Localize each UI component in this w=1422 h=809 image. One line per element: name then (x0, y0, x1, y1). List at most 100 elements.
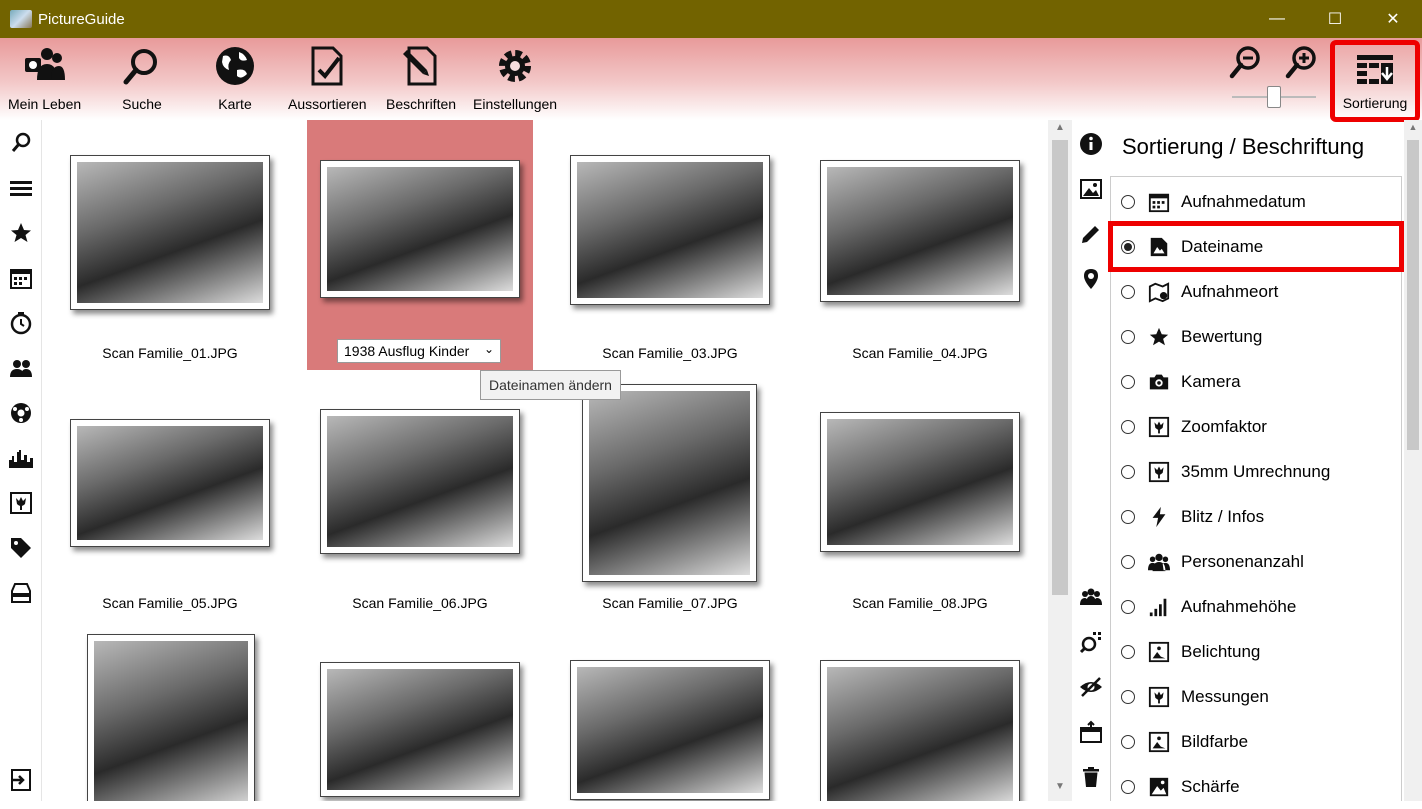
photo-thumbnail[interactable] (820, 160, 1020, 302)
grid-scrollbar-thumb[interactable] (1052, 140, 1068, 595)
group-icon[interactable] (1077, 583, 1105, 611)
photo-thumbnail[interactable] (320, 409, 520, 554)
zoom-frame-icon[interactable] (8, 490, 34, 516)
sortierung-button[interactable]: Sortierung (1330, 40, 1420, 122)
photo-thumbnail[interactable] (570, 660, 770, 800)
radio-button[interactable] (1121, 329, 1135, 344)
photo-cell-09[interactable] (57, 632, 283, 801)
sort-option-aufnahmedatum[interactable]: Aufnahmedatum (1111, 179, 1401, 224)
filename-rename-combobox[interactable]: 1938 Ausflug Kinder ⌄ (337, 339, 501, 363)
sort-option-zoomfaktor[interactable]: Zoomfaktor (1111, 404, 1401, 449)
trash-icon[interactable] (1077, 763, 1105, 791)
skyline-icon[interactable] (8, 445, 34, 471)
photo-cell-12[interactable] (807, 632, 1033, 801)
photo-thumbnail[interactable] (87, 634, 255, 801)
ball-icon[interactable] (8, 400, 34, 426)
grid-scrollbar[interactable]: ▲ ▼ (1048, 120, 1072, 801)
sort-option-label: Aufnahmedatum (1181, 191, 1306, 211)
star-icon[interactable] (8, 220, 34, 246)
mein-leben-button[interactable]: Mein Leben (8, 44, 81, 112)
photo-thumbnail[interactable] (70, 155, 270, 310)
sort-panel-scrollbar[interactable]: ▲ (1404, 120, 1422, 801)
app-icon (10, 10, 32, 28)
aussortieren-button[interactable]: Aussortieren (288, 44, 367, 112)
radio-button[interactable] (1121, 644, 1135, 659)
photo-thumbnail[interactable] (570, 155, 770, 305)
karte-button[interactable]: Karte (213, 44, 257, 112)
similar-search-icon[interactable] (1077, 628, 1105, 656)
photo-thumbnail[interactable] (320, 160, 520, 298)
radio-button[interactable] (1121, 464, 1135, 479)
sort-option-personenanzahl[interactable]: Personenanzahl (1111, 539, 1401, 584)
pencil-icon[interactable] (1077, 220, 1105, 248)
zoom-in-icon[interactable] (1284, 44, 1320, 80)
radio-button[interactable] (1121, 194, 1135, 209)
sort-option-belichtung[interactable]: Belichtung (1111, 629, 1401, 674)
zoom-out-icon[interactable] (1228, 44, 1264, 80)
chevron-down-icon[interactable]: ⌄ (484, 342, 494, 356)
sort-option-blitz-infos[interactable]: Blitz / Infos (1111, 494, 1401, 539)
tag-icon[interactable] (8, 535, 34, 561)
radio-button[interactable] (1121, 599, 1135, 614)
zoom-slider-thumb[interactable] (1267, 86, 1281, 108)
sort-option-aufnahmehoehe[interactable]: Aufnahmehöhe (1111, 584, 1401, 629)
sort-option-aufnahmeort[interactable]: Aufnahmeort (1111, 269, 1401, 314)
photo-thumbnail[interactable] (70, 419, 270, 547)
radio-button[interactable] (1121, 554, 1135, 569)
scroll-up-icon[interactable]: ▲ (1048, 122, 1072, 140)
list-icon[interactable] (8, 175, 34, 201)
radio-button[interactable] (1121, 509, 1135, 524)
people-icon[interactable] (8, 355, 34, 381)
radio-button[interactable] (1121, 374, 1135, 389)
maximize-button[interactable]: ☐ (1306, 0, 1364, 38)
sort-option-bewertung[interactable]: Bewertung (1111, 314, 1401, 359)
einstellungen-button[interactable]: Einstellungen (473, 44, 557, 112)
photo-thumbnail[interactable] (320, 662, 520, 797)
minimize-button[interactable]: — (1248, 0, 1306, 38)
sort-option-bildfarbe[interactable]: Bildfarbe (1111, 719, 1401, 764)
photo-cell-11[interactable] (557, 632, 783, 801)
zoom-slider[interactable] (1232, 86, 1316, 108)
suche-button[interactable]: Suche (120, 44, 164, 112)
exit-icon[interactable] (8, 767, 34, 793)
image-landscape-icon[interactable] (1077, 175, 1105, 203)
timer-icon[interactable] (8, 310, 34, 336)
sort-option-kamera[interactable]: Kamera (1111, 359, 1401, 404)
radio-button[interactable] (1121, 779, 1135, 794)
photo-cell-02-selected[interactable] (307, 120, 533, 370)
photo-thumbnail[interactable] (820, 660, 1020, 801)
sort-panel-scrollbar-thumb[interactable] (1407, 140, 1419, 450)
scroll-down-icon[interactable]: ▼ (1048, 781, 1072, 799)
calendar-icon[interactable] (8, 265, 34, 291)
eye-hidden-icon[interactable] (1077, 673, 1105, 701)
beschriften-button[interactable]: Beschriften (386, 44, 456, 112)
sort-option-dateiname[interactable]: Dateiname (1108, 221, 1404, 272)
info-icon[interactable] (1077, 130, 1105, 158)
file-image-icon (1147, 235, 1171, 259)
photo-thumbnail[interactable] (820, 412, 1020, 552)
radio-button[interactable] (1121, 284, 1135, 299)
photo-cell-06[interactable]: Scan Familie_06.JPG (307, 382, 533, 620)
location-pin-icon[interactable] (1077, 265, 1105, 293)
close-button[interactable]: ✕ (1364, 0, 1422, 38)
radio-button[interactable] (1121, 734, 1135, 749)
sort-option-35mm-umrechnung[interactable]: 35mm Umrechnung (1111, 449, 1401, 494)
sort-option-messungen[interactable]: Messungen (1111, 674, 1401, 719)
archive-icon[interactable] (8, 580, 34, 606)
photo-cell-01[interactable]: Scan Familie_01.JPG (57, 120, 283, 370)
photo-cell-04[interactable]: Scan Familie_04.JPG (807, 120, 1033, 370)
photo-thumbnail[interactable] (582, 384, 757, 582)
photo-cell-05[interactable]: Scan Familie_05.JPG (57, 382, 283, 620)
photo-cell-07[interactable]: Scan Familie_07.JPG (557, 382, 783, 620)
radio-button-selected[interactable] (1121, 239, 1135, 254)
sort-option-label: Aufnahmehöhe (1181, 596, 1297, 616)
radio-button[interactable] (1121, 689, 1135, 704)
photo-cell-10[interactable] (307, 632, 533, 801)
photo-cell-08[interactable]: Scan Familie_08.JPG (807, 382, 1033, 620)
export-icon[interactable] (1077, 718, 1105, 746)
scroll-up-icon[interactable]: ▲ (1404, 122, 1422, 132)
radio-button[interactable] (1121, 419, 1135, 434)
sort-option-schaerfe[interactable]: Schärfe (1111, 764, 1401, 809)
filter-search-icon[interactable] (8, 130, 34, 156)
photo-cell-03[interactable]: Scan Familie_03.JPG (557, 120, 783, 370)
